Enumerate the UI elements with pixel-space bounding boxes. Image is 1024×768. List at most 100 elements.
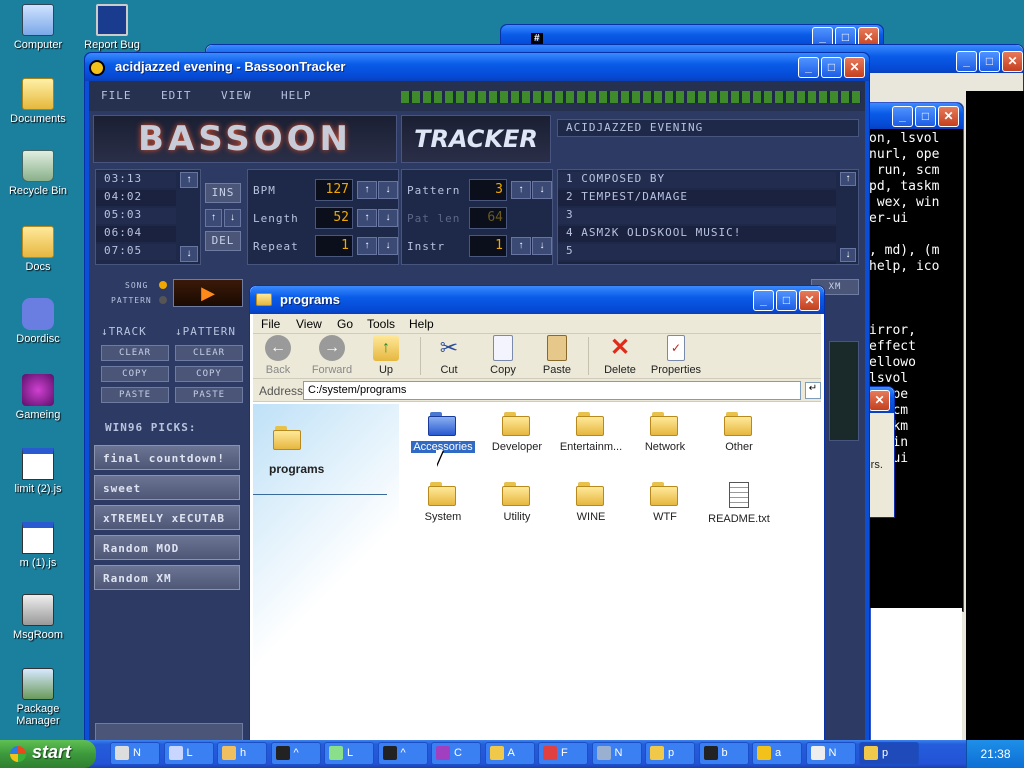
track-paste-button[interactable]: PASTE <box>101 387 169 403</box>
desktop-icon-package-manager[interactable]: Package Manager <box>0 668 76 727</box>
maximize-button[interactable]: □ <box>979 51 1000 72</box>
taskbar-button[interactable]: L <box>163 742 214 765</box>
track-copy-button[interactable]: COPY <box>101 366 169 382</box>
close-button[interactable]: ✕ <box>844 57 865 78</box>
menu-file[interactable]: File <box>261 317 280 331</box>
del-button[interactable]: DEL <box>205 231 241 251</box>
taskbar-button[interactable]: N <box>110 742 160 765</box>
folder-item[interactable]: Accessories <box>404 412 482 454</box>
taskbar-button[interactable]: b <box>698 742 749 765</box>
instr-up-button[interactable]: ↑ <box>511 237 531 255</box>
sample-list-item[interactable]: 2 TEMPEST/DAMAGE <box>558 190 836 206</box>
properties-button[interactable]: ✓ Properties <box>648 335 704 376</box>
sample-list-item[interactable]: 4 ASM2K OLDSKOOL MUSIC! <box>558 226 836 242</box>
menu-help[interactable]: Help <box>409 317 434 331</box>
pick-sweet[interactable]: sweet <box>94 475 240 500</box>
pick-final-countdown[interactable]: final countdown! <box>94 445 240 470</box>
folder-item[interactable]: WINE <box>552 482 630 523</box>
explorer-titlebar[interactable]: programs <box>250 286 824 314</box>
folder-item[interactable]: Network <box>626 412 704 453</box>
pattern-mode-led[interactable] <box>159 296 167 304</box>
folder-item[interactable]: Utility <box>478 482 556 523</box>
menu-help[interactable]: HELP <box>281 89 312 102</box>
sample-list-item[interactable]: 3 <box>558 208 836 224</box>
track-clear-button[interactable]: CLEAR <box>101 345 169 361</box>
sample-list-item[interactable]: 6 LENGHT 3:10 <box>558 262 836 264</box>
pattern-copy-button[interactable]: COPY <box>175 366 243 382</box>
song-mode-led[interactable] <box>159 281 167 289</box>
taskbar-button[interactable]: N <box>591 742 642 765</box>
forward-button[interactable]: → Forward <box>306 335 358 376</box>
maximize-button[interactable]: □ <box>915 106 936 127</box>
tracker-titlebar[interactable]: acidjazzed evening - BassoonTracker <box>85 53 869 81</box>
taskbar-button[interactable]: C <box>431 742 481 765</box>
desktop-icon-doordisc[interactable]: Doordisc <box>0 298 76 345</box>
paste-button[interactable]: Paste <box>531 335 583 376</box>
close-button[interactable]: ✕ <box>1002 51 1023 72</box>
sample-list-item[interactable]: 1 COMPOSED BY <box>558 172 836 188</box>
taskbar-button[interactable]: p <box>645 742 695 765</box>
maximize-button[interactable]: □ <box>821 57 842 78</box>
minimize-button[interactable]: _ <box>956 51 977 72</box>
desktop-icon-m-js[interactable]: m (1).js <box>0 522 76 569</box>
go-arrow-icon[interactable]: ↵ <box>805 382 821 399</box>
desktop-icon-report-bug[interactable]: Report Bug <box>74 4 150 51</box>
cut-button[interactable]: ✂ Cut <box>423 335 475 376</box>
play-button[interactable]: ▶ <box>173 279 243 307</box>
close-button[interactable]: ✕ <box>799 290 820 311</box>
folder-item[interactable]: Developer <box>478 412 556 453</box>
folder-item[interactable]: System <box>404 482 482 523</box>
length-up-button[interactable]: ↑ <box>357 209 377 227</box>
scroll-down-button[interactable]: ↓ <box>180 246 198 262</box>
taskbar-button[interactable]: p <box>859 742 919 765</box>
taskbar-button[interactable]: A <box>484 742 535 765</box>
instr-down-button[interactable]: ↓ <box>532 237 552 255</box>
position-list-item[interactable]: 06:04 <box>96 226 176 242</box>
song-title-field[interactable]: ACIDJAZZED EVENING <box>557 119 859 137</box>
menu-go[interactable]: Go <box>337 317 353 331</box>
maximize-button[interactable]: □ <box>776 290 797 311</box>
terminal-window[interactable]: _ □ ✕ on, lsvol nurl, ope run, scm pd, t… <box>862 102 964 612</box>
desktop-icon-documents[interactable]: Documents <box>0 78 76 125</box>
file-item[interactable]: README.txt <box>700 482 778 525</box>
position-up-button[interactable]: ↑ <box>205 209 222 227</box>
pick-xtremely-xecutab[interactable]: xTREMELY xECUTAB <box>94 505 240 530</box>
bpm-up-button[interactable]: ↑ <box>357 181 377 199</box>
folder-item[interactable]: WTF <box>626 482 704 523</box>
desktop-icon-msgroom[interactable]: MsgRoom <box>0 594 76 641</box>
sample-list[interactable]: 1 COMPOSED BY 2 TEMPEST/DAMAGE 3 4 ASM2K OL… <box>557 169 859 265</box>
position-down-button[interactable]: ↓ <box>224 209 241 227</box>
desktop-icon-recycle-bin[interactable]: Recycle Bin <box>0 150 76 197</box>
minimize-button[interactable]: _ <box>892 106 913 127</box>
position-list-item[interactable]: 07:05 <box>96 244 176 260</box>
taskbar-button[interactable]: h <box>217 742 267 765</box>
back-button[interactable]: ← Back <box>252 335 304 376</box>
taskbar-button[interactable]: ^ <box>377 742 428 765</box>
folder-item[interactable]: Entertainm... <box>552 412 630 453</box>
pattern-clear-button[interactable]: CLEAR <box>175 345 243 361</box>
taskbar-button[interactable]: F <box>538 742 588 765</box>
menu-view[interactable]: View <box>296 317 322 331</box>
address-input[interactable]: C:/system/programs <box>303 381 801 400</box>
desktop-icon-computer[interactable]: Computer <box>0 4 76 51</box>
taskbar-button[interactable]: a <box>752 742 802 765</box>
position-list-item[interactable]: 03:13 <box>96 172 176 188</box>
pattern-up-button[interactable]: ↑ <box>511 181 531 199</box>
repeat-up-button[interactable]: ↑ <box>357 237 377 255</box>
bpm-down-button[interactable]: ↓ <box>378 181 398 199</box>
taskbar-button[interactable]: L <box>324 742 374 765</box>
start-button[interactable]: start <box>0 740 96 768</box>
scroll-up-button[interactable]: ↑ <box>180 172 198 188</box>
pattern-paste-button[interactable]: PASTE <box>175 387 243 403</box>
copy-button[interactable]: Copy <box>477 335 529 376</box>
minimize-button[interactable]: _ <box>798 57 819 78</box>
position-list[interactable]: 03:13 04:02 05:03 06:04 07:05 ↑ ↓ <box>95 169 201 265</box>
desktop-icon-gameing[interactable]: Gameing <box>0 374 76 421</box>
sample-scroll-up-button[interactable]: ↑ <box>840 172 856 186</box>
position-list-item[interactable]: 05:03 <box>96 208 176 224</box>
sample-scroll-down-button[interactable]: ↓ <box>840 248 856 262</box>
menu-file[interactable]: FILE <box>101 89 132 102</box>
sample-list-item[interactable]: 5 <box>558 244 836 260</box>
menu-view[interactable]: VIEW <box>221 89 252 102</box>
minimize-button[interactable]: _ <box>753 290 774 311</box>
